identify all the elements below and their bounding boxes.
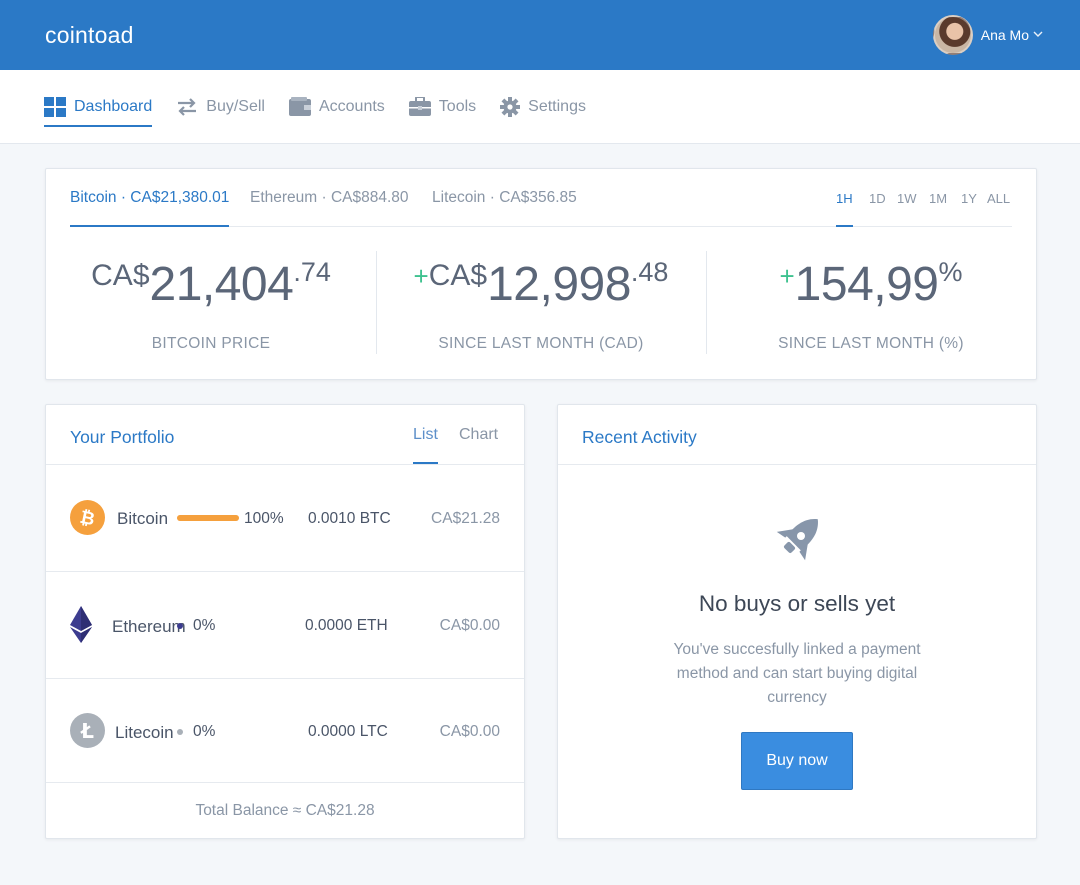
portfolio-row-litecoin[interactable]: Ł Litecoin 0% 0.0000 LTC CA$0.00 [46, 679, 524, 783]
main-nav: Dashboard Buy/Sell Accounts Tools Settin… [0, 70, 1080, 144]
wallet-icon [288, 97, 311, 116]
nav-buy-sell-label: Buy/Sell [206, 97, 265, 115]
nav-dashboard[interactable]: Dashboard [44, 70, 153, 143]
top-bar: cointoad Ana Mo [0, 0, 1080, 70]
nav-tools-label: Tools [438, 97, 477, 115]
gear-icon [500, 96, 521, 117]
range-1m[interactable]: 1M [929, 191, 947, 206]
allocation-bar-fill [177, 515, 239, 521]
coin-value: CA$0.00 [439, 617, 500, 634]
tab-chart[interactable]: Chart [459, 426, 498, 444]
portfolio-card: Your Portfolio List Chart ₿ Bitcoin 100%… [45, 404, 525, 839]
portfolio-header: Your Portfolio List Chart [46, 405, 524, 465]
bitcoin-icon: ₿ [70, 500, 105, 535]
stat-value: +154,99% [706, 257, 1036, 309]
tab-ethereum[interactable]: Ethereum · CA$884.80 [250, 189, 409, 207]
nav-buy-sell[interactable]: Buy/Sell [176, 70, 265, 143]
allocation-percent: 100% [244, 510, 284, 527]
stat-decimals: .74 [293, 257, 331, 287]
brand-logo[interactable]: cointoad [45, 22, 134, 49]
stat-label: SINCE LAST MONTH (%) [778, 335, 964, 352]
coin-value: CA$0.00 [439, 723, 500, 740]
coin-name: Bitcoin [117, 509, 169, 528]
recent-activity-card: Recent Activity No buys or sells yet You… [557, 404, 1037, 839]
activity-title: Recent Activity [582, 427, 697, 447]
coin-amount: 0.0010 BTC [308, 510, 391, 527]
allocation-percent: 0% [193, 723, 216, 740]
range-1d[interactable]: 1D [869, 191, 886, 206]
nav-accounts-label: Accounts [318, 97, 385, 115]
empty-state-title: No buys or sells yet [698, 591, 896, 616]
coin-tabs: Bitcoin · CA$21,380.01 Ethereum · CA$884… [70, 169, 1012, 227]
tab-bitcoin[interactable]: Bitcoin · CA$21,380.01 [70, 189, 230, 227]
swap-arrows-icon [176, 97, 198, 116]
total-balance: Total Balance ≈ CA$21.28 [195, 802, 375, 819]
stat-main: 21,404 [149, 258, 294, 311]
stat-value: +CA$12,998.48 [376, 257, 706, 309]
stat-value: CA$21,404.74 [46, 257, 376, 309]
stat-sign: + [779, 261, 795, 291]
allocation-dot [177, 623, 183, 629]
portfolio-row-ethereum[interactable]: Ethereum 0% 0.0000 ETH CA$0.00 [46, 572, 524, 679]
coin-amount: 0.0000 ETH [305, 617, 388, 634]
range-1h[interactable]: 1H [836, 191, 853, 227]
litecoin-icon: Ł [70, 713, 105, 748]
user-name: Ana Mo [980, 27, 1029, 43]
chevron-down-icon [1033, 30, 1043, 41]
coin-name: Ethereum [112, 617, 186, 636]
stat-currency: CA$ [428, 259, 488, 292]
stat-sign: + [413, 261, 429, 291]
stat-label: BITCOIN PRICE [151, 335, 271, 352]
price-stats: CA$21,404.74 BITCOIN PRICE +CA$12,998.48… [46, 227, 1036, 379]
nav-tools[interactable]: Tools [408, 70, 477, 143]
nav-settings-label: Settings [528, 97, 586, 115]
empty-state-text: You've succesfully linked a payment meth… [673, 641, 921, 706]
dashboard-grid-icon [44, 96, 66, 117]
price-card: Bitcoin · CA$21,380.01 Ethereum · CA$884… [45, 168, 1037, 380]
range-1y[interactable]: 1Y [961, 191, 977, 206]
coin-amount: 0.0000 LTC [308, 723, 388, 740]
stat-change-percent: +154,99% SINCE LAST MONTH (%) [706, 227, 1036, 379]
range-all[interactable]: ALL [987, 191, 1010, 206]
stat-label: SINCE LAST MONTH (CAD) [438, 335, 644, 352]
stat-currency: CA$ [91, 259, 150, 292]
coin-name: Litecoin [115, 723, 174, 742]
user-menu[interactable]: Ana Mo [932, 15, 1043, 55]
avatar[interactable] [932, 15, 973, 55]
stat-decimals: % [938, 257, 963, 287]
allocation-percent: 0% [193, 617, 216, 634]
nav-settings[interactable]: Settings [500, 70, 586, 143]
stat-change-cad: +CA$12,998.48 SINCE LAST MONTH (CAD) [376, 227, 706, 379]
svg-text:Ł: Ł [80, 719, 94, 743]
nav-accounts[interactable]: Accounts [288, 70, 385, 143]
buy-now-button[interactable]: Buy now [741, 732, 853, 790]
portfolio-title: Your Portfolio [70, 427, 175, 447]
nav-dashboard-label: Dashboard [74, 97, 153, 115]
allocation-dot [177, 729, 183, 735]
briefcase-icon [408, 97, 431, 116]
coin-value: CA$21.28 [431, 510, 500, 527]
stat-bitcoin-price: CA$21,404.74 BITCOIN PRICE [46, 227, 376, 379]
tab-litecoin[interactable]: Litecoin · CA$356.85 [432, 189, 577, 207]
range-1w[interactable]: 1W [897, 191, 917, 206]
portfolio-row-bitcoin[interactable]: ₿ Bitcoin 100% 0.0010 BTC CA$21.28 [46, 465, 524, 572]
stat-main: 154,99 [794, 258, 939, 311]
tab-list[interactable]: List [413, 426, 438, 464]
activity-header: Recent Activity [558, 405, 1036, 465]
ethereum-icon [70, 606, 105, 643]
stat-main: 12,998 [487, 258, 631, 311]
stat-decimals: .48 [630, 257, 669, 287]
rocket-icon [768, 509, 828, 569]
allocation-bar [177, 515, 239, 521]
